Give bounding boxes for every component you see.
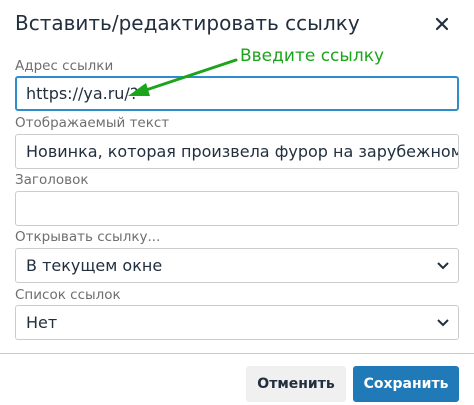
url-label: Адрес ссылки [15, 58, 114, 74]
link-list-select[interactable]: Нет [15, 305, 459, 340]
display-text-label: Отображаемый текст [15, 115, 170, 131]
chevron-down-icon [436, 259, 450, 273]
title-input[interactable] [15, 191, 459, 226]
target-select[interactable]: В текущем окне [15, 248, 459, 283]
close-icon [435, 17, 449, 31]
footer-divider [0, 353, 474, 354]
target-select-value: В текущем окне [26, 256, 163, 275]
annotation-text: Введите ссылку [240, 46, 385, 66]
save-button[interactable]: Сохранить [353, 366, 459, 402]
dialog-title: Вставить/редактировать ссылку [15, 11, 360, 35]
title-label: Заголовок [15, 172, 89, 188]
display-text-input[interactable]: Новинка, которая произвела фурор на зару… [15, 134, 459, 169]
cancel-button[interactable]: Отменить [246, 366, 346, 402]
target-label: Открывать ссылку... [15, 229, 161, 245]
chevron-down-icon [436, 316, 450, 330]
close-button[interactable] [428, 10, 456, 38]
link-list-label: Список ссылок [15, 287, 121, 303]
url-input[interactable]: https://ya.ru/? [15, 76, 459, 111]
link-dialog: Вставить/редактировать ссылку Адрес ссыл… [0, 0, 474, 405]
link-list-select-value: Нет [26, 313, 58, 332]
